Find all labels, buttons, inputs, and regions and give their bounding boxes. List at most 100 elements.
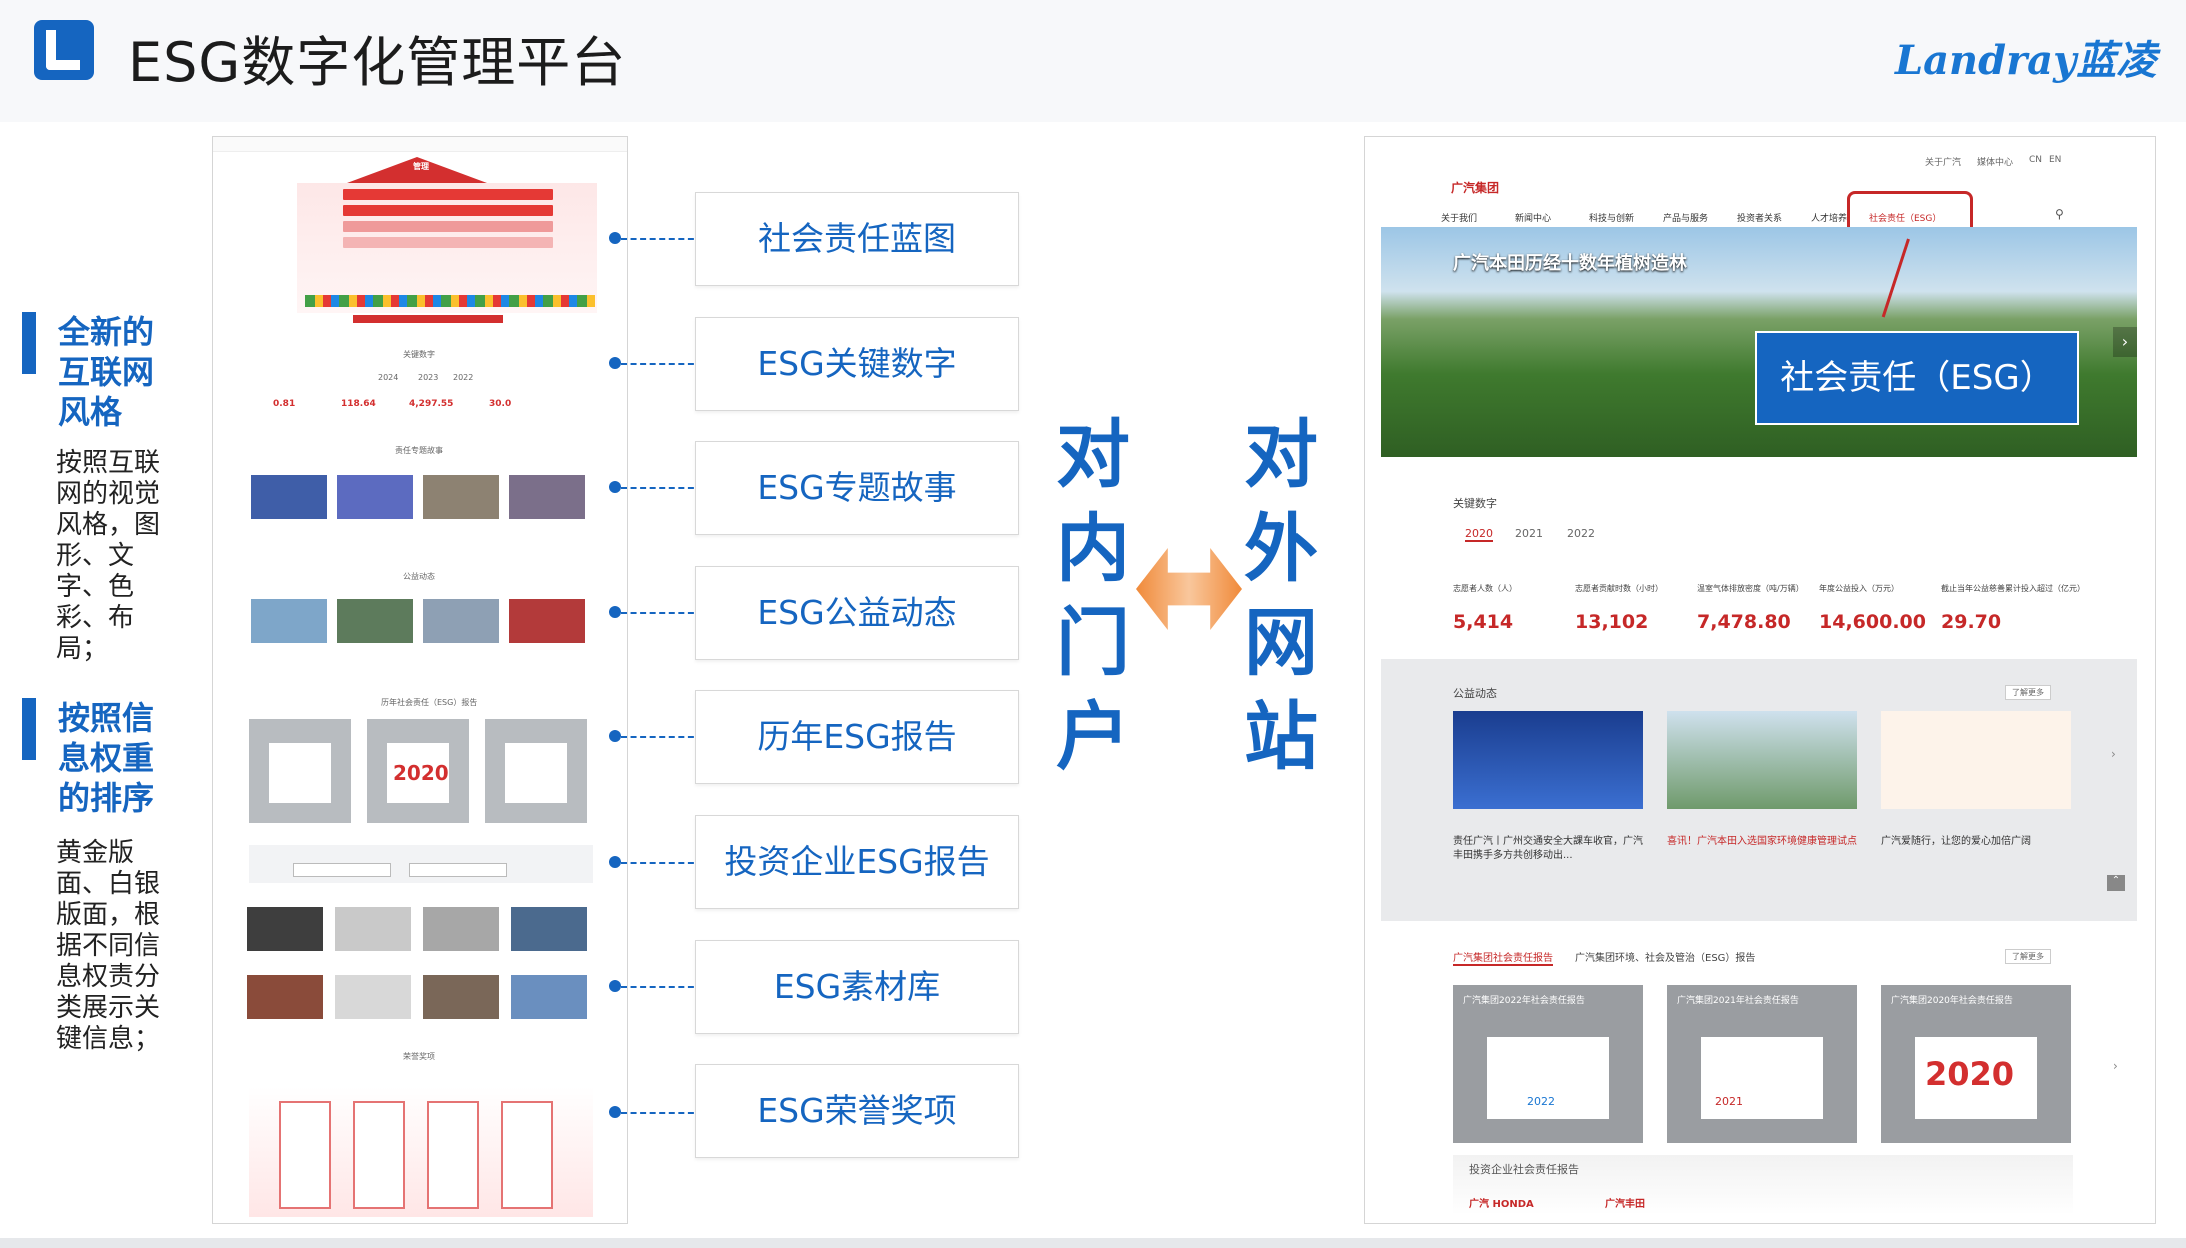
charity-image[interactable] bbox=[423, 599, 499, 643]
site-logo[interactable]: 广汽集团 bbox=[1451, 179, 1499, 196]
report-cover[interactable] bbox=[485, 719, 587, 823]
report-year: 2020 bbox=[393, 761, 449, 785]
nav-item[interactable]: 投资者关系 bbox=[1737, 211, 1782, 224]
report-card[interactable]: 广汽集团2022年社会责任报告 2022 bbox=[1453, 985, 1643, 1143]
more-link[interactable]: 了解更多 bbox=[2005, 685, 2051, 700]
material-image[interactable] bbox=[511, 907, 587, 951]
stat-label: 截止当年公益慈善累计投入超过（亿元） bbox=[1941, 584, 2085, 593]
news-image[interactable] bbox=[1881, 711, 2071, 809]
blueprint-row bbox=[343, 189, 553, 200]
invest-select[interactable] bbox=[409, 863, 507, 877]
blueprint-row bbox=[343, 221, 553, 232]
news-image[interactable] bbox=[1453, 711, 1643, 809]
news-title[interactable]: 喜讯！广汽本田入选国家环境健康管理试点 bbox=[1667, 835, 1857, 849]
nav-item[interactable]: 关于我们 bbox=[1441, 211, 1477, 224]
story-image[interactable] bbox=[337, 475, 413, 519]
charity-image[interactable] bbox=[509, 599, 585, 643]
honor-title: 荣誉奖项 bbox=[403, 1052, 435, 1061]
partner-logo[interactable]: 广汽丰田 bbox=[1605, 1195, 1645, 1210]
material-image[interactable] bbox=[335, 975, 411, 1019]
material-image[interactable] bbox=[247, 975, 323, 1019]
year-tab[interactable]: 2024 bbox=[378, 373, 398, 382]
section-marker bbox=[22, 698, 36, 760]
material-image[interactable] bbox=[247, 907, 323, 951]
top-link[interactable]: 关于广汽 bbox=[1925, 155, 1961, 168]
footer-strip bbox=[0, 1238, 2186, 1248]
nav-item[interactable]: 产品与服务 bbox=[1663, 211, 1708, 224]
search-icon[interactable]: ⚲ bbox=[2055, 207, 2064, 221]
stat-value: 13,102 bbox=[1575, 611, 1649, 633]
back-to-top-icon[interactable]: ⌃ bbox=[2107, 875, 2125, 891]
report-cover[interactable]: 2020 bbox=[367, 719, 469, 823]
invest-select[interactable] bbox=[293, 863, 391, 877]
connector-dot bbox=[609, 730, 621, 742]
nav-item[interactable]: 人才培养 bbox=[1811, 211, 1847, 224]
stat-value: 7,478.80 bbox=[1697, 611, 1791, 633]
honor-card[interactable] bbox=[427, 1101, 479, 1209]
more-link[interactable]: 了解更多 bbox=[2005, 949, 2051, 964]
year-tab[interactable]: 2021 bbox=[1515, 527, 1543, 540]
nav-item[interactable]: 科技与创新 bbox=[1589, 211, 1634, 224]
report-cover[interactable] bbox=[249, 719, 351, 823]
chevron-right-icon[interactable]: › bbox=[2113, 327, 2137, 357]
news-title[interactable]: 广汽爱随行，让您的爱心加倍广阔 bbox=[1881, 835, 2071, 849]
story-image[interactable] bbox=[423, 475, 499, 519]
story-image[interactable] bbox=[251, 475, 327, 519]
report-card[interactable]: 广汽集团2020年社会责任报告 2020 bbox=[1881, 985, 2071, 1143]
section-marker bbox=[22, 312, 36, 374]
invest-title: 投资企业社会责任报告 bbox=[1469, 1163, 1579, 1176]
stories-title: 责任专题故事 bbox=[395, 446, 443, 455]
blueprint-row bbox=[343, 205, 553, 216]
lang-cn[interactable]: CN bbox=[2029, 155, 2042, 165]
honor-card[interactable] bbox=[501, 1101, 553, 1209]
material-image[interactable] bbox=[423, 975, 499, 1019]
portal-blueprint bbox=[297, 183, 597, 313]
connector-dot bbox=[609, 606, 621, 618]
app-logo-icon bbox=[34, 20, 94, 80]
charity-title: 公益动态 bbox=[403, 572, 435, 581]
partner-logo[interactable]: 广汽 HONDA bbox=[1469, 1195, 1534, 1210]
year-tab[interactable]: 2023 bbox=[418, 373, 438, 382]
charity-title: 公益动态 bbox=[1453, 687, 1497, 700]
report-tab-active[interactable]: 广汽集团社会责任报告 bbox=[1453, 949, 1553, 966]
section-body-1: 按照互联网的视觉风格，图形、文字、色彩、布局； bbox=[56, 448, 161, 664]
feature-label: ESG公益动态 bbox=[695, 566, 1019, 660]
news-title[interactable]: 责任广汽丨广州交通安全大課车收官，广汽丰田携手多方共创移动出... bbox=[1453, 835, 1643, 863]
connector-dot bbox=[609, 1106, 621, 1118]
stat-value: 14,600.00 bbox=[1819, 611, 1926, 633]
nav-item-esg[interactable]: 社会责任（ESG） bbox=[1869, 211, 1941, 224]
news-image[interactable] bbox=[1667, 711, 1857, 809]
feature-label: ESG荣誉奖项 bbox=[695, 1064, 1019, 1158]
esg-hero-button[interactable]: 社会责任（ESG） bbox=[1755, 331, 2079, 425]
chevron-right-icon[interactable]: › bbox=[2111, 747, 2116, 761]
reports-title: 历年社会责任（ESG）报告 bbox=[381, 698, 478, 707]
report-year: 2021 bbox=[1715, 1095, 1743, 1108]
honor-card[interactable] bbox=[353, 1101, 405, 1209]
brand-logo: Landray蓝凌 bbox=[1895, 37, 2157, 84]
story-image[interactable] bbox=[509, 475, 585, 519]
chevron-right-icon[interactable]: › bbox=[2113, 1059, 2118, 1073]
hero-caption: 广汽本田历经十数年植树造林 bbox=[1453, 253, 1687, 274]
portal-nav bbox=[213, 137, 627, 152]
stat-value: 29.70 bbox=[1941, 611, 2002, 633]
material-image[interactable] bbox=[335, 907, 411, 951]
year-tab[interactable]: 2022 bbox=[453, 373, 473, 382]
report-tab[interactable]: 广汽集团环境、社会及管治（ESG）报告 bbox=[1575, 949, 1755, 964]
report-title: 广汽集团2022年社会责任报告 bbox=[1463, 996, 1585, 1006]
honor-card[interactable] bbox=[279, 1101, 331, 1209]
charity-image[interactable] bbox=[337, 599, 413, 643]
year-tab-active[interactable]: 2020 bbox=[1465, 527, 1493, 542]
material-image[interactable] bbox=[511, 975, 587, 1019]
material-image[interactable] bbox=[423, 907, 499, 951]
stat-label: 志愿者人数（人） bbox=[1453, 584, 1517, 593]
top-link[interactable]: 媒体中心 bbox=[1977, 155, 2013, 168]
stat-value: 0.81 bbox=[273, 399, 296, 409]
report-title: 广汽集团2020年社会责任报告 bbox=[1891, 996, 2013, 1006]
lang-en[interactable]: EN bbox=[2049, 155, 2061, 165]
year-tab[interactable]: 2022 bbox=[1567, 527, 1595, 540]
report-year: 2020 bbox=[1925, 1055, 2015, 1093]
charity-image[interactable] bbox=[251, 599, 327, 643]
nav-item[interactable]: 新闻中心 bbox=[1515, 211, 1551, 224]
blueprint-row bbox=[343, 237, 553, 248]
report-card[interactable]: 广汽集团2021年社会责任报告 2021 bbox=[1667, 985, 1857, 1143]
